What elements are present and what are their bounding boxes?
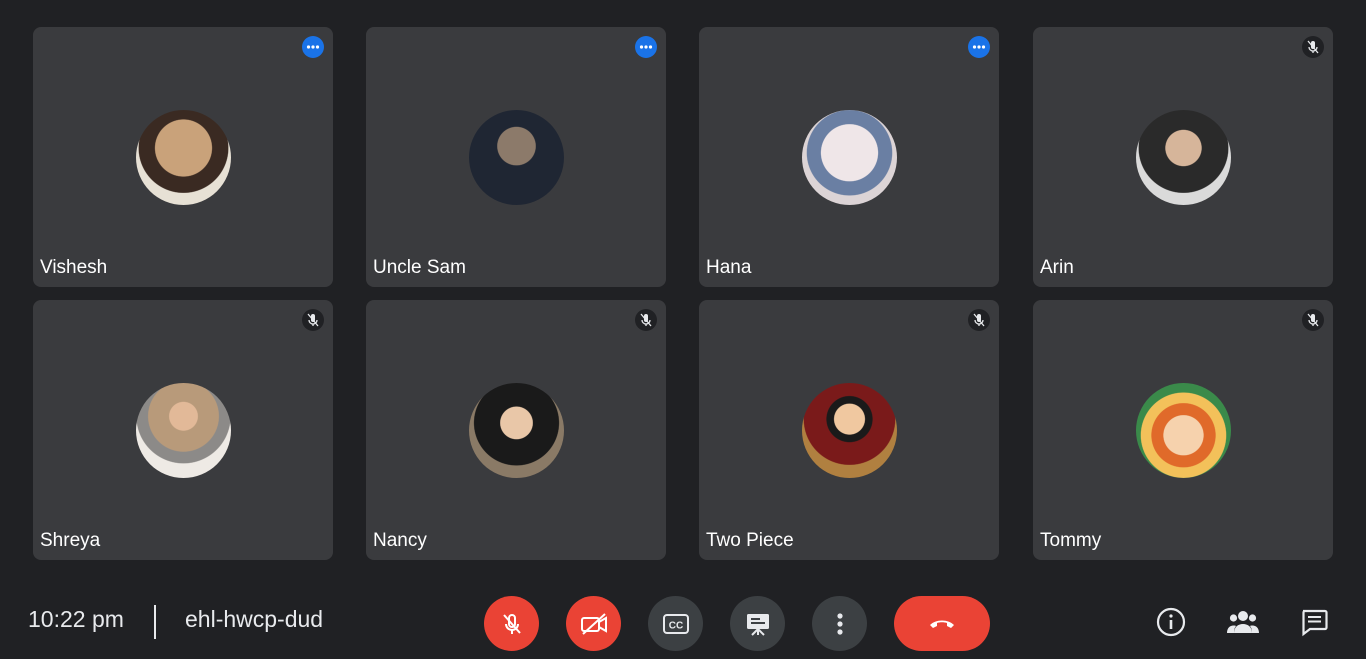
- participant-tile-uncle-sam[interactable]: Uncle Sam: [366, 27, 666, 287]
- more-options-icon[interactable]: [968, 36, 990, 58]
- people-button[interactable]: [1223, 602, 1263, 642]
- avatar: [802, 383, 897, 478]
- avatar: [136, 383, 231, 478]
- divider: [154, 605, 156, 639]
- participant-name: Uncle Sam: [373, 257, 466, 278]
- mic-off-icon: [635, 309, 657, 331]
- hang-up-icon: [930, 620, 954, 628]
- participant-name: Hana: [706, 257, 752, 278]
- info-icon: [1156, 607, 1186, 637]
- camera-toggle-button[interactable]: [566, 596, 621, 651]
- svg-text:CC: CC: [668, 620, 682, 631]
- participant-name: Arin: [1040, 257, 1074, 278]
- avatar: [802, 110, 897, 205]
- participant-tile-hana[interactable]: Hana: [699, 27, 999, 287]
- more-options-icon[interactable]: [302, 36, 324, 58]
- avatar: [469, 110, 564, 205]
- participant-tile-vishesh[interactable]: Vishesh: [33, 27, 333, 287]
- avatar: [469, 383, 564, 478]
- meeting-code: ehl-hwcp-dud: [185, 606, 324, 632]
- captions-button[interactable]: CC: [648, 596, 703, 651]
- leave-call-button[interactable]: [894, 596, 990, 651]
- meeting-toolbar: 10:22 pm ehl-hwcp-dud CC: [0, 580, 1366, 659]
- mic-toggle-button[interactable]: [484, 596, 539, 651]
- meeting-details-button[interactable]: [1151, 602, 1191, 642]
- more-options-icon[interactable]: [635, 36, 657, 58]
- avatar: [1136, 383, 1231, 478]
- mic-off-icon: [302, 309, 324, 331]
- participant-tile-arin[interactable]: Arin: [1033, 27, 1333, 287]
- more-vert-icon: [836, 612, 843, 635]
- avatar: [136, 110, 231, 205]
- participant-name: Nancy: [373, 530, 427, 551]
- participant-name: Shreya: [40, 530, 101, 551]
- participant-tile-two-piece[interactable]: Two Piece: [699, 300, 999, 560]
- chat-icon: [1302, 609, 1328, 637]
- participant-tile-shreya[interactable]: Shreya: [33, 300, 333, 560]
- participant-grid: Vishesh Uncle Sam Hana Arin Shreya Nancy…: [0, 0, 1366, 580]
- avatar: [1136, 110, 1231, 205]
- chat-button[interactable]: [1294, 602, 1334, 642]
- mic-off-icon: [502, 613, 521, 634]
- mic-off-icon: [1302, 309, 1324, 331]
- participant-name: Tommy: [1040, 530, 1102, 551]
- mic-off-icon: [1302, 36, 1324, 58]
- mic-off-icon: [968, 309, 990, 331]
- participant-tile-tommy[interactable]: Tommy: [1033, 300, 1333, 560]
- people-icon: [1227, 611, 1259, 633]
- present-icon: [746, 613, 769, 636]
- captions-icon: CC: [662, 613, 689, 634]
- participant-name: Two Piece: [706, 530, 794, 551]
- participant-tile-nancy[interactable]: Nancy: [366, 300, 666, 560]
- present-button[interactable]: [730, 596, 785, 651]
- participant-name: Vishesh: [40, 257, 108, 278]
- camera-off-icon: [580, 612, 607, 635]
- more-options-button[interactable]: [812, 596, 867, 651]
- meeting-time: 10:22 pm: [28, 606, 124, 632]
